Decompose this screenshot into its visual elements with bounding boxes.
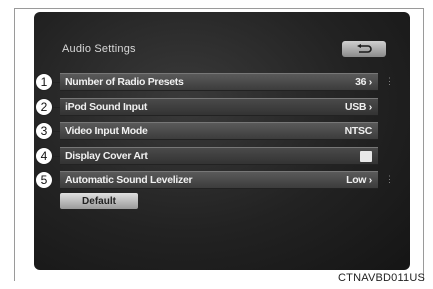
row-video-input-mode[interactable]: Video Input Mode NTSC	[60, 122, 378, 140]
row-ipod-sound-input[interactable]: iPod Sound Input USB ›	[60, 98, 378, 116]
callout-3: 3	[35, 122, 53, 140]
row-value: USB ›	[344, 101, 372, 113]
row-number-of-radio-presets[interactable]: Number of Radio Presets 36 ›	[60, 73, 378, 91]
frame-border-left	[14, 8, 15, 281]
row-value: Low ›	[346, 174, 372, 186]
row-value: 36 ›	[355, 76, 372, 88]
frame-border-right	[423, 8, 424, 281]
row-automatic-sound-levelizer[interactable]: Automatic Sound Levelizer Low ›	[60, 171, 378, 189]
row-label: Automatic Sound Levelizer	[65, 174, 193, 186]
row-label: Display Cover Art	[65, 150, 148, 162]
return-arrow-icon	[357, 44, 372, 53]
frame-border-top	[14, 8, 424, 9]
scroll-indicator-top: ⋮	[385, 76, 394, 86]
back-button[interactable]	[342, 41, 386, 57]
default-button[interactable]: Default	[60, 193, 138, 209]
callout-2: 2	[35, 98, 53, 116]
row-label: Video Input Mode	[65, 125, 148, 137]
row-display-cover-art[interactable]: Display Cover Art	[60, 147, 378, 165]
cover-art-checkbox[interactable]	[360, 150, 372, 162]
row-label: Number of Radio Presets	[65, 76, 184, 88]
screen-title: Audio Settings	[62, 43, 136, 55]
row-label: iPod Sound Input	[65, 101, 148, 113]
callout-4: 4	[35, 147, 53, 165]
callout-5: 5	[35, 171, 53, 189]
callout-1: 1	[35, 73, 53, 91]
figure-code: CTNAVBD011US	[338, 272, 425, 284]
scroll-indicator-bottom: ⋮	[385, 174, 394, 184]
row-value: NTSC	[344, 125, 373, 137]
